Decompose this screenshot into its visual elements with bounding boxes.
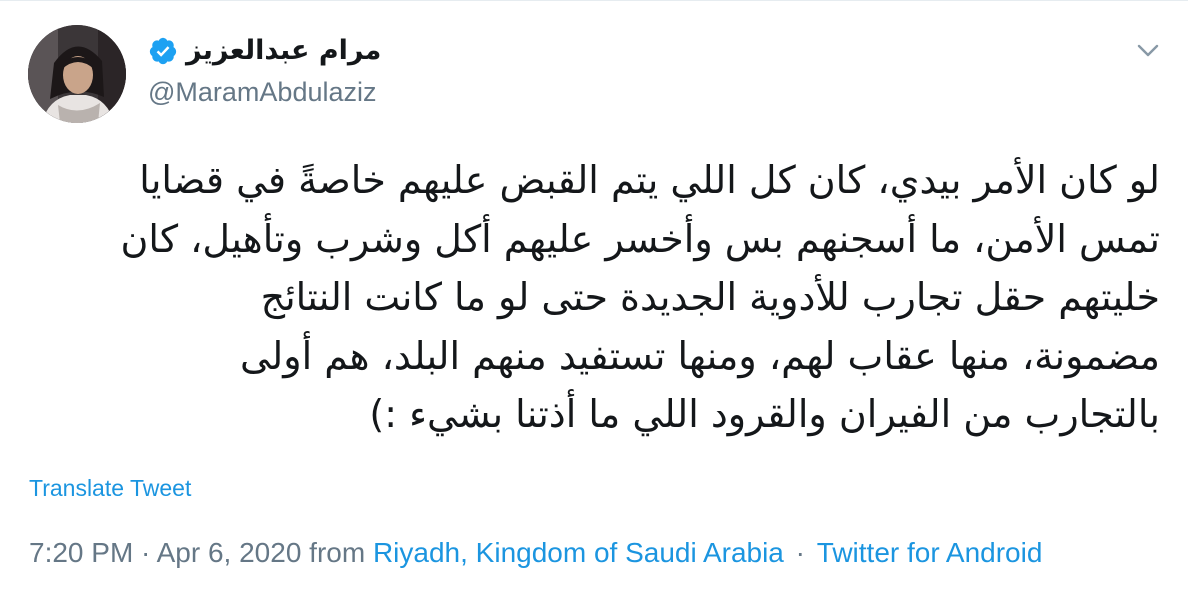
separator-dot: · [795, 537, 805, 568]
author-name-row[interactable]: مرام عبدالعزيز [148, 35, 381, 66]
tweet-source-link[interactable]: Twitter for Android [817, 537, 1043, 568]
tweet-metadata: 7:20 PM · Apr 6, 2020 from Riyadh, Kingd… [29, 537, 1042, 569]
tweet-date[interactable]: · Apr 6, 2020 from [133, 537, 373, 568]
tweet-text-line: بالتجارب من الفيران والقرود اللي ما أذتن… [369, 392, 1160, 437]
avatar[interactable] [28, 25, 126, 123]
tweet-card: مرام عبدالعزيز @MaramAbdulaziz لو كان ال… [0, 0, 1188, 602]
verified-badge-icon [149, 37, 177, 64]
translate-tweet-link[interactable]: Translate Tweet [29, 475, 191, 502]
avatar-image [28, 25, 126, 123]
tweet-text: لو كان الأمر بيدي، كان كل اللي يتم القبض… [40, 151, 1161, 444]
tweet-text-line: مضمونة، منها عقاب لهم، ومنها تستفيد منهم… [240, 333, 1160, 378]
tweet-text-line: تمس الأمن، ما أسجنهم بس وأخسر عليهم أكل … [120, 216, 1161, 261]
author-handle[interactable]: @MaramAbdulaziz [148, 77, 377, 108]
author-display-name[interactable]: مرام عبدالعزيز [186, 35, 381, 66]
chevron-down-icon[interactable] [1134, 37, 1162, 65]
tweet-text-line: خليتهم حقل تجارب للأدوية الجديدة حتى لو … [260, 275, 1160, 320]
tweet-text-line: لو كان الأمر بيدي، كان كل اللي يتم القبض… [139, 158, 1160, 202]
tweet-time[interactable]: 7:20 PM [29, 537, 133, 568]
tweet-location-link[interactable]: Riyadh, Kingdom of Saudi Arabia [373, 537, 784, 568]
meta-separator: · [788, 537, 813, 568]
